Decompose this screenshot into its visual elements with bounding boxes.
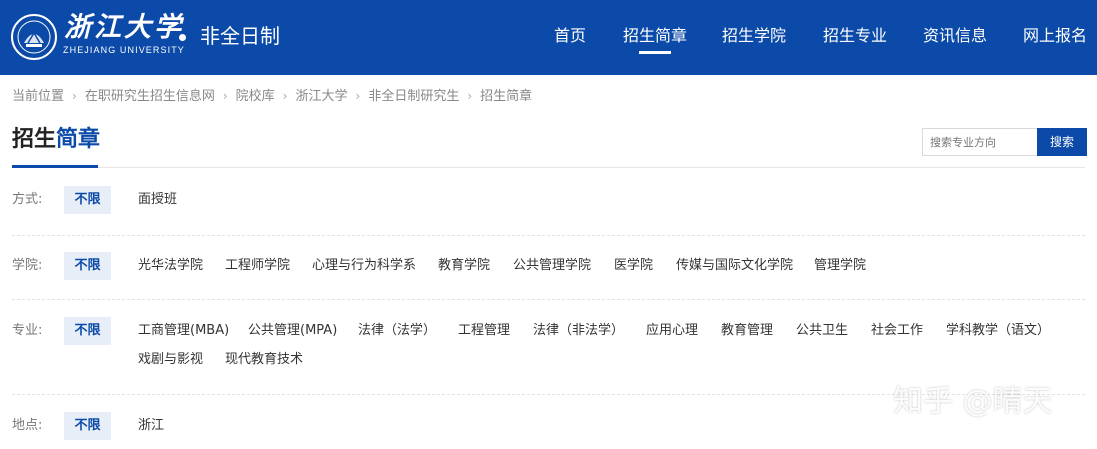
breadcrumb: 当前位置 › 在职研究生招生信息网 › 院校库 › 浙江大学 › 非全日制研究生 › 招生简章 xyxy=(12,86,532,106)
title-underline xyxy=(12,165,98,168)
nav-item-home[interactable]: 首页 xyxy=(554,24,586,48)
breadcrumb-separator-icon: › xyxy=(355,89,361,103)
filter-option[interactable]: 工程管理 xyxy=(458,321,510,341)
filter-option[interactable]: 应用心理 xyxy=(646,321,698,341)
filter-option[interactable]: 面授班 xyxy=(138,190,177,210)
search-input[interactable] xyxy=(922,128,1038,156)
breadcrumb-separator-icon: › xyxy=(222,89,228,103)
filter-option[interactable]: 公共管理学院 xyxy=(513,256,591,276)
filter-all-badge[interactable]: 不限 xyxy=(64,186,111,214)
title-divider xyxy=(12,167,1085,168)
nav-item-news[interactable]: 资讯信息 xyxy=(923,24,987,48)
breadcrumb-item-schools[interactable]: 院校库 xyxy=(236,87,275,107)
filter-option[interactable]: 工程师学院 xyxy=(225,256,290,276)
filter-label: 专业: xyxy=(12,323,43,338)
nav-item-label: 招生简章 xyxy=(622,26,687,45)
filter-all-badge[interactable]: 不限 xyxy=(64,252,111,280)
nav-item-colleges[interactable]: 招生学院 xyxy=(722,24,786,48)
nav-active-indicator xyxy=(638,51,671,54)
filter-option[interactable]: 医学院 xyxy=(614,256,653,276)
breadcrumb-separator-icon: › xyxy=(282,89,288,103)
breadcrumb-separator-icon: › xyxy=(72,89,77,103)
filter-label: 方式: xyxy=(12,192,43,207)
filter-label: 地点: xyxy=(12,418,43,433)
breadcrumb-item-part-time[interactable]: 非全日制研究生 xyxy=(368,87,459,107)
zhihu-watermark: 知乎 @晴天 xyxy=(893,384,1053,419)
filter-option[interactable]: 工商管理(MBA) xyxy=(138,321,229,341)
search-button[interactable]: 搜索 xyxy=(1037,128,1087,156)
breadcrumb-item-zju[interactable]: 浙江大学 xyxy=(295,87,347,107)
filter-label: 学院: xyxy=(12,258,43,273)
breadcrumb-location-label: 当前位置 xyxy=(12,89,65,104)
filter-option[interactable]: 教育管理 xyxy=(721,321,773,341)
brand-chinese-name[interactable]: 浙江大学 xyxy=(64,13,184,45)
filter-option[interactable]: 浙江 xyxy=(138,416,164,436)
filter-option[interactable]: 戏剧与影视 xyxy=(138,350,203,370)
filter-option[interactable]: 社会工作 xyxy=(871,321,923,341)
brand-subtitle: 非全日制 xyxy=(200,24,280,48)
brand-english-name: ZHEJIANG UNIVERSITY xyxy=(63,45,185,55)
nav-item-online-apply[interactable]: 网上报名 xyxy=(1023,24,1087,48)
filter-option[interactable]: 光华法学院 xyxy=(138,256,203,276)
filter-divider xyxy=(12,299,1085,300)
zju-emblem-icon[interactable] xyxy=(10,13,58,61)
nav-item-admission-guide[interactable]: 招生简章 xyxy=(622,24,687,54)
site-header: 浙江大学 ZHEJIANG UNIVERSITY 非全日制 首页 招生简章 招生… xyxy=(0,0,1097,75)
breadcrumb-item-portal[interactable]: 在职研究生招生信息网 xyxy=(85,87,215,107)
filter-divider xyxy=(12,235,1085,236)
page-title: 招生简章 xyxy=(12,125,100,155)
filter-option[interactable]: 法律（法学） xyxy=(358,321,436,341)
filter-option[interactable]: 现代教育技术 xyxy=(225,350,303,370)
filter-all-badge[interactable]: 不限 xyxy=(64,317,111,345)
filter-all-badge[interactable]: 不限 xyxy=(64,412,111,440)
filter-option[interactable]: 公共管理(MPA) xyxy=(248,321,337,341)
filter-option[interactable]: 心理与行为科学系 xyxy=(312,256,416,276)
filter-option[interactable]: 公共卫生 xyxy=(796,321,848,341)
filter-option[interactable]: 管理学院 xyxy=(814,256,866,276)
filter-option[interactable]: 学科教学（语文） xyxy=(946,321,1050,341)
breadcrumb-item-current: 招生简章 xyxy=(480,89,533,104)
filter-option[interactable]: 教育学院 xyxy=(438,256,490,276)
nav-item-majors[interactable]: 招生专业 xyxy=(823,24,887,48)
page-title-part1: 招生 xyxy=(12,127,57,152)
brand-dot xyxy=(179,34,186,41)
filter-option[interactable]: 法律（非法学） xyxy=(533,321,624,341)
breadcrumb-separator-icon: › xyxy=(467,89,473,103)
page-title-part2: 简章 xyxy=(56,127,101,152)
filter-option[interactable]: 传媒与国际文化学院 xyxy=(676,256,793,276)
